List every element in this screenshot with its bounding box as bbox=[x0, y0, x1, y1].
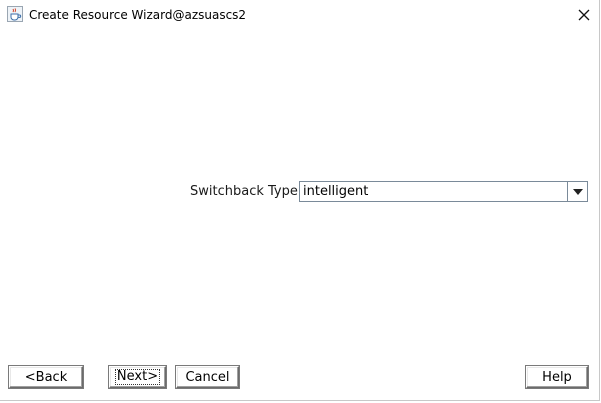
wizard-window: Create Resource Wizard@azsuascs2 Switchb… bbox=[0, 0, 600, 401]
help-button[interactable]: Help bbox=[525, 365, 589, 389]
java-cup-icon bbox=[7, 6, 23, 22]
cancel-button[interactable]: Cancel bbox=[175, 365, 240, 389]
wizard-content: Switchback Type intelligent <Back Next> … bbox=[0, 30, 599, 400]
next-button[interactable]: Next> bbox=[108, 365, 167, 389]
help-button-label: Help bbox=[542, 369, 572, 385]
switchback-type-label: Switchback Type bbox=[190, 184, 298, 199]
switchback-type-value: intelligent bbox=[303, 184, 369, 199]
close-icon[interactable] bbox=[570, 2, 598, 28]
dropdown-arrow-icon[interactable] bbox=[567, 182, 587, 201]
switchback-type-select[interactable]: intelligent bbox=[299, 181, 588, 202]
window-title: Create Resource Wizard@azsuascs2 bbox=[29, 8, 247, 22]
cancel-button-label: Cancel bbox=[185, 369, 230, 385]
back-button[interactable]: <Back bbox=[8, 365, 84, 389]
title-bar: Create Resource Wizard@azsuascs2 bbox=[0, 0, 599, 30]
back-button-label: <Back bbox=[24, 369, 68, 385]
next-button-label: Next> bbox=[114, 369, 161, 385]
